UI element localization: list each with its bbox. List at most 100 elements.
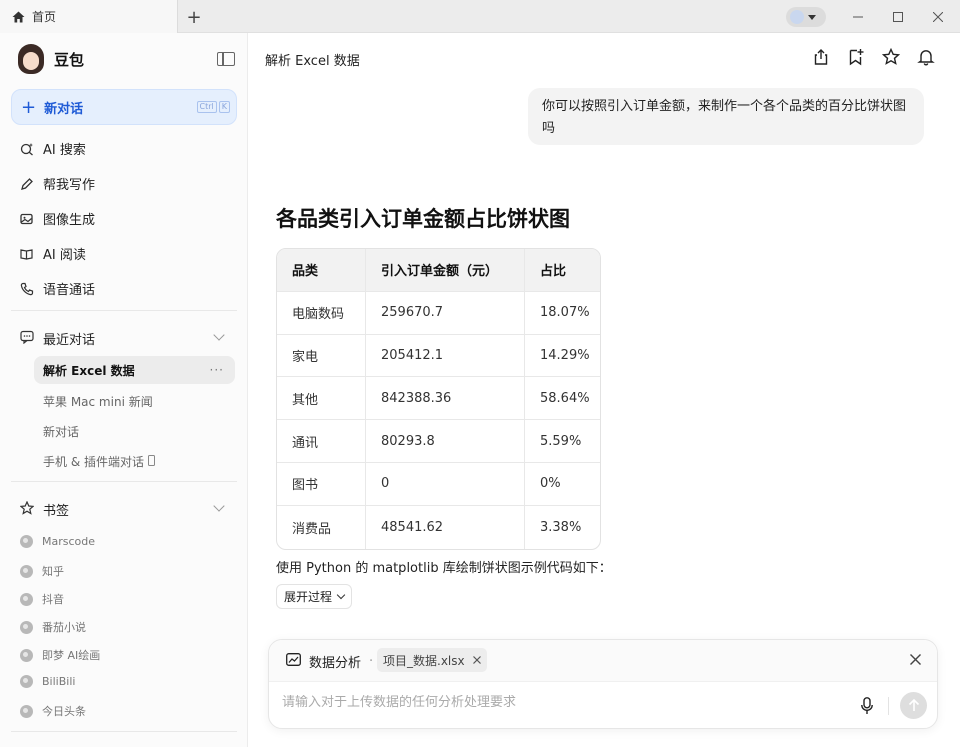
title-bar: 首页 + bbox=[0, 0, 960, 33]
table-row: 图书 0 0% bbox=[277, 462, 600, 506]
column-header: 品类 bbox=[277, 249, 366, 292]
recent-item-active[interactable]: 解析 Excel 数据 ··· bbox=[34, 356, 235, 384]
divider bbox=[11, 310, 237, 311]
chevron-down-icon[interactable] bbox=[213, 329, 225, 341]
table-cell: 842388.36 bbox=[366, 377, 525, 421]
chat-bubble-icon bbox=[20, 330, 34, 348]
answer-paragraph: 使用 Python 的 matplotlib 库绘制饼状图示例代码如下： bbox=[276, 561, 612, 576]
globe-icon bbox=[20, 592, 33, 606]
more-options-icon[interactable]: ··· bbox=[210, 363, 224, 377]
table-cell: 消费品 bbox=[277, 505, 366, 549]
app-name: 豆包 bbox=[54, 50, 85, 69]
data-analysis-mode: 数据分析 · bbox=[286, 652, 373, 671]
table-row: 家电 205412.1 14.29% bbox=[277, 334, 600, 378]
column-header: 占比 bbox=[525, 249, 600, 292]
book-icon bbox=[20, 247, 34, 261]
close-window-button[interactable] bbox=[927, 6, 949, 28]
table-header-row: 品类 引入订单金额（元） 占比 bbox=[277, 249, 600, 292]
table-cell: 电脑数码 bbox=[277, 291, 366, 335]
maximize-button[interactable] bbox=[887, 6, 909, 28]
bookmark-item[interactable]: 番茄小说 bbox=[20, 619, 86, 635]
sidebar-toggle-icon[interactable] bbox=[217, 52, 235, 66]
recent-item[interactable]: 手机 & 插件端对话 bbox=[43, 453, 155, 470]
composer-header: 数据分析 · 项目_数据.xlsx bbox=[269, 640, 937, 682]
divider bbox=[11, 731, 237, 732]
table-cell: 图书 bbox=[277, 462, 366, 506]
table-cell: 259670.7 bbox=[366, 291, 525, 335]
globe-icon bbox=[20, 675, 33, 688]
divider bbox=[11, 481, 237, 482]
column-header: 引入订单金额（元） bbox=[366, 249, 525, 292]
nav-image-gen[interactable]: 图像生成 bbox=[20, 209, 95, 228]
table-row: 消费品 48541.62 3.38% bbox=[277, 505, 600, 549]
table-row: 电脑数码 259670.7 18.07% bbox=[277, 291, 600, 335]
nav-voice-call[interactable]: 语音通话 bbox=[20, 279, 95, 298]
table-row: 通讯 80293.8 5.59% bbox=[277, 420, 600, 463]
sidebar: 豆包 + 新对话 Ctrl K AI 搜索 帮我写作 图像生成 AI 阅读 语音… bbox=[0, 33, 248, 747]
conversation-title: 解析 Excel 数据 bbox=[265, 54, 360, 69]
recent-item[interactable]: 新对话 bbox=[43, 423, 79, 440]
plus-icon: + bbox=[21, 96, 37, 118]
chevron-down-icon bbox=[336, 590, 346, 600]
expand-process-button[interactable]: 展开过程 bbox=[276, 584, 353, 609]
image-icon bbox=[20, 212, 34, 226]
table-cell: 0 bbox=[366, 462, 525, 506]
chevron-down-icon bbox=[808, 14, 816, 20]
table-cell: 48541.62 bbox=[366, 505, 525, 549]
bookmark-item[interactable]: 抖音 bbox=[20, 591, 64, 607]
attached-file-chip[interactable]: 项目_数据.xlsx bbox=[377, 648, 487, 672]
account-switcher[interactable] bbox=[786, 7, 826, 27]
tab-home[interactable]: 首页 bbox=[0, 0, 178, 33]
mobile-device-icon bbox=[148, 454, 155, 469]
table-cell: 通讯 bbox=[277, 420, 366, 463]
table-cell: 其他 bbox=[277, 377, 366, 421]
table-cell: 80293.8 bbox=[366, 420, 525, 463]
recent-item[interactable]: 苹果 Mac mini 新闻 bbox=[43, 393, 153, 410]
table-cell: 205412.1 bbox=[366, 334, 525, 378]
chevron-down-icon[interactable] bbox=[213, 500, 225, 512]
new-chat-label: 新对话 bbox=[44, 101, 84, 117]
composer: 数据分析 · 项目_数据.xlsx bbox=[268, 639, 938, 729]
favorite-star-icon[interactable] bbox=[881, 47, 901, 66]
tab-title: 首页 bbox=[32, 10, 57, 24]
bookmark-item[interactable]: 即梦 AI绘画 bbox=[20, 647, 100, 663]
brand: 豆包 bbox=[18, 44, 84, 74]
share-icon[interactable] bbox=[812, 48, 830, 66]
app-logo bbox=[18, 44, 44, 74]
notification-bell-icon[interactable] bbox=[917, 48, 935, 66]
bookmark-add-icon[interactable] bbox=[847, 48, 865, 66]
table-cell: 5.59% bbox=[525, 420, 600, 463]
nav-write[interactable]: 帮我写作 bbox=[20, 174, 95, 193]
star-icon bbox=[19, 500, 35, 519]
table-cell: 14.29% bbox=[525, 335, 600, 378]
globe-icon bbox=[20, 620, 33, 634]
avatar bbox=[790, 10, 804, 24]
table-cell: 58.64% bbox=[525, 377, 600, 421]
globe-icon bbox=[20, 648, 33, 662]
bookmark-item[interactable]: 今日头条 bbox=[20, 703, 86, 719]
pen-icon bbox=[20, 177, 34, 191]
minimize-button[interactable] bbox=[847, 6, 869, 28]
send-button[interactable] bbox=[900, 692, 927, 719]
message-input[interactable] bbox=[282, 695, 802, 710]
new-tab-button[interactable]: + bbox=[183, 6, 205, 28]
nav-ai-reading[interactable]: AI 阅读 bbox=[20, 244, 86, 263]
bookmark-item[interactable]: Marscode bbox=[20, 535, 95, 548]
table-row: 其他 842388.36 58.64% bbox=[277, 377, 600, 421]
bookmarks-header[interactable]: 书签 bbox=[19, 500, 69, 519]
bookmark-item[interactable]: 知乎 bbox=[20, 563, 64, 579]
microphone-icon[interactable] bbox=[861, 697, 873, 715]
globe-icon bbox=[20, 535, 33, 548]
table-cell: 3.38% bbox=[540, 519, 582, 535]
table-cell: 0% bbox=[525, 463, 600, 506]
close-mode-button[interactable] bbox=[910, 650, 921, 669]
nav-ai-search[interactable]: AI 搜索 bbox=[20, 139, 86, 158]
bookmark-item[interactable]: BiliBili bbox=[20, 675, 75, 688]
divider bbox=[888, 697, 889, 715]
home-icon bbox=[12, 11, 25, 23]
remove-file-icon[interactable] bbox=[472, 653, 481, 667]
chart-image-icon bbox=[286, 653, 301, 670]
new-chat-button[interactable]: + 新对话 Ctrl K bbox=[11, 89, 237, 125]
recent-chats-header[interactable]: 最近对话 bbox=[20, 329, 95, 348]
search-sparkle-icon bbox=[20, 142, 34, 156]
